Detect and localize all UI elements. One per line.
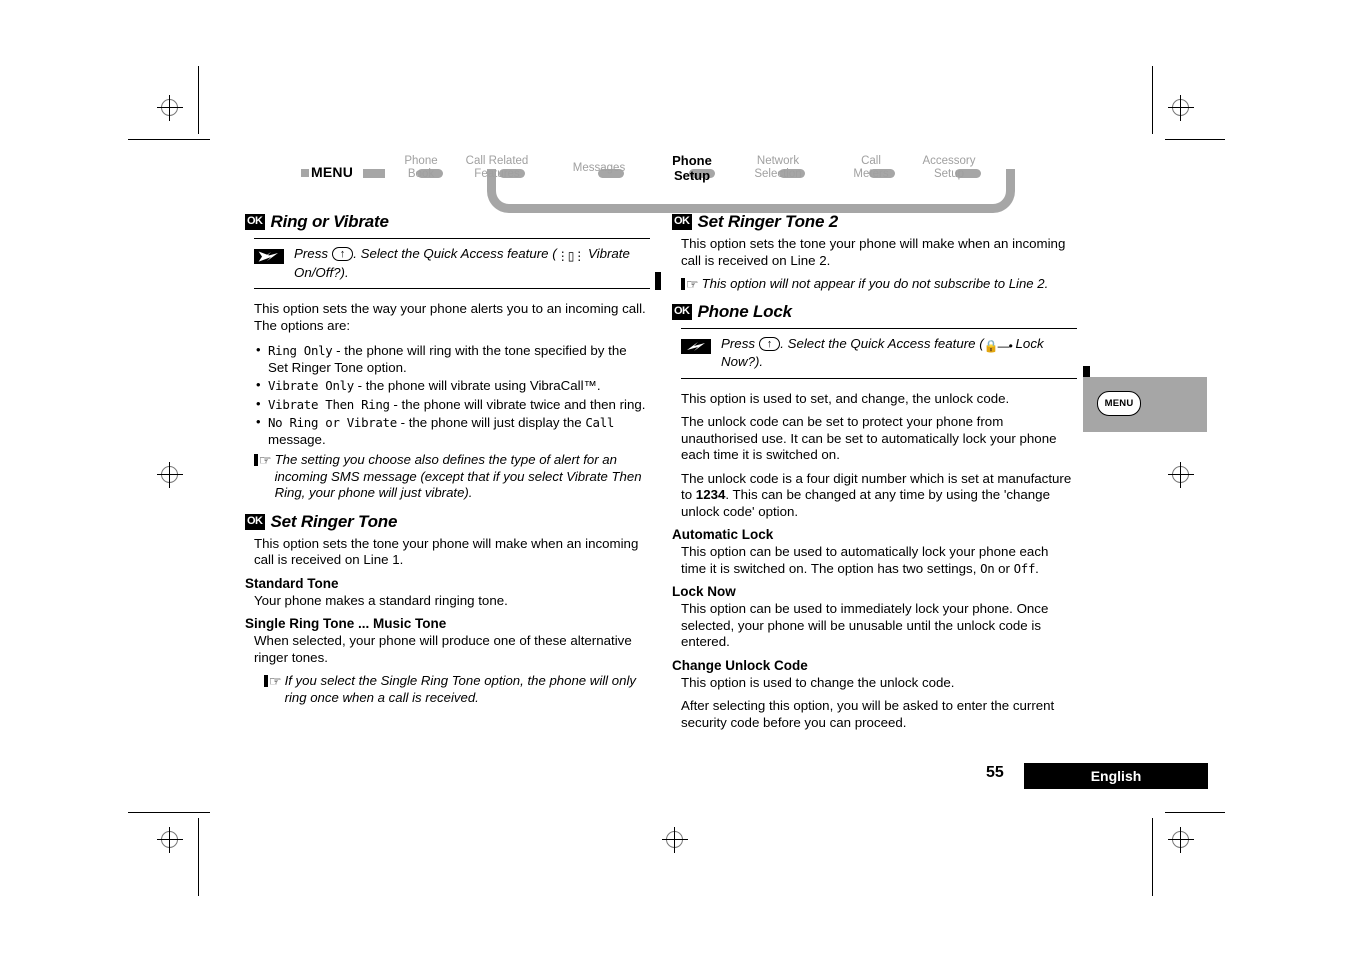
ok-badge-icon: OK bbox=[245, 513, 265, 530]
subheading-single-ring-tone: Single Ring Tone ... Music Tone bbox=[245, 616, 447, 631]
breadcrumb-item-accessory-setup[interactable]: Accessory Setup bbox=[906, 155, 992, 181]
subheading-change-unlock-code: Change Unlock Code bbox=[672, 657, 808, 673]
menu-square-icon bbox=[301, 169, 309, 178]
breadcrumb-item-network-selection[interactable]: Network Selection bbox=[735, 155, 821, 181]
manual-page: MENU Phone Book Call Related Features Me… bbox=[0, 0, 1351, 954]
phone-lock-para-1: This option is used to set, and change, … bbox=[681, 390, 1010, 406]
crop-line-right-v bbox=[1152, 66, 1153, 134]
pointing-hand-icon: ☞ bbox=[681, 276, 699, 293]
crop-line-bottom-right-h bbox=[1165, 812, 1225, 813]
left-column: OK Ring or Vibrate ➤ Press ↑. Select the… bbox=[245, 212, 650, 715]
pointing-hand-icon: ☞ bbox=[264, 673, 282, 706]
list-item: Ring Only - the phone will ring with the… bbox=[256, 342, 650, 376]
registration-mark-bottom-center bbox=[662, 827, 688, 853]
standard-tone-body: Your phone makes a standard ringing tone… bbox=[254, 592, 508, 608]
side-menu-tab[interactable]: MENU bbox=[1083, 377, 1207, 432]
registration-mark-top-right bbox=[1168, 95, 1194, 121]
list-item: No Ring or Vibrate - the phone will just… bbox=[256, 414, 650, 448]
section-heading-set-ringer-tone-2: OK Set Ringer Tone 2 bbox=[672, 212, 838, 231]
breadcrumb-item-call-related-features[interactable]: Call Related Features bbox=[454, 155, 540, 181]
subheading-standard-tone: Standard Tone bbox=[245, 575, 339, 591]
note-single-ring-tone: ☞ If you select the Single Ring Tone opt… bbox=[264, 673, 650, 706]
breadcrumb: MENU Phone Book Call Related Features Me… bbox=[245, 152, 1035, 214]
page-number: 55 bbox=[986, 764, 1004, 781]
single-ring-tone-body: When selected, your phone will produce o… bbox=[254, 633, 632, 665]
crop-line-top-left-h bbox=[128, 139, 210, 140]
right-column: OK Set Ringer Tone 2 This option sets th… bbox=[672, 212, 1077, 738]
change-unlock-code-body-1: This option is used to change the unlock… bbox=[681, 674, 955, 690]
section-heading-set-ringer-tone: OK Set Ringer Tone bbox=[245, 511, 398, 531]
crop-line-left-v bbox=[198, 66, 199, 134]
list-item: Vibrate Only - the phone will vibrate us… bbox=[256, 377, 650, 395]
set-ringer-tone-intro: This option sets the tone your phone wil… bbox=[254, 535, 639, 568]
breadcrumb-item-phone-book[interactable]: Phone Book bbox=[378, 155, 464, 181]
ok-badge-icon: OK bbox=[245, 214, 265, 230]
crop-line-left-v-bottom bbox=[198, 818, 199, 896]
registration-mark-bottom-left bbox=[157, 827, 183, 853]
lightning-bolt-icon bbox=[681, 338, 711, 354]
lightning-bolt-icon: ➤ bbox=[254, 249, 284, 264]
breadcrumb-item-messages[interactable]: Messages bbox=[556, 162, 642, 175]
quick-access-tip-text: Press ↑. Select the Quick Access feature… bbox=[294, 246, 630, 280]
quick-access-tip-ring-or-vibrate: ➤ Press ↑. Select the Quick Access featu… bbox=[254, 238, 650, 289]
subheading-lock-now: Lock Now bbox=[672, 584, 736, 599]
padlock-icon: 🔒—• bbox=[983, 338, 1013, 353]
vibrate-phone-icon: ⋮▯⋮ bbox=[556, 249, 586, 263]
quick-access-tip-text: Press ↑. Select the Quick Access feature… bbox=[721, 335, 1044, 370]
menu-button[interactable]: MENU bbox=[1097, 391, 1141, 416]
breadcrumb-item-phone-setup[interactable]: Phone Setup bbox=[649, 153, 735, 183]
registration-mark-bottom-right bbox=[1168, 827, 1194, 853]
pointing-hand-icon: ☞ bbox=[254, 452, 272, 502]
language-bar: English bbox=[1024, 763, 1208, 789]
crop-line-right-v-bottom bbox=[1152, 818, 1153, 896]
note-set-ringer-tone-2: ☞ This option will not appear if you do … bbox=[681, 276, 1077, 293]
quick-access-tip-phone-lock: Press ↑. Select the Quick Access feature… bbox=[681, 327, 1077, 379]
ok-badge-icon: OK bbox=[672, 303, 692, 320]
registration-mark-mid-right bbox=[1168, 462, 1194, 488]
section-heading-phone-lock: OK Phone Lock bbox=[672, 301, 792, 321]
change-unlock-code-body-2: After selecting this option, you will be… bbox=[681, 698, 1055, 730]
lock-now-body: This option can be used to immediately l… bbox=[681, 601, 1049, 649]
note-ring-or-vibrate: ☞ The setting you choose also defines th… bbox=[254, 452, 650, 502]
subheading-automatic-lock: Automatic Lock bbox=[672, 527, 774, 542]
breadcrumb-menu-label: MENU bbox=[301, 164, 353, 180]
up-arrow-key-icon: ↑ bbox=[758, 336, 781, 351]
up-arrow-key-icon: ↑ bbox=[331, 247, 354, 261]
section-heading-ring-or-vibrate: OK Ring or Vibrate bbox=[245, 212, 389, 231]
crop-line-bottom-left-h bbox=[128, 812, 210, 813]
automatic-lock-body: This option can be used to automatically… bbox=[681, 544, 1049, 576]
ring-or-vibrate-options-list: Ring Only - the phone will ring with the… bbox=[245, 342, 650, 448]
ok-badge-icon: OK bbox=[672, 214, 692, 230]
ring-or-vibrate-intro: This option sets the way your phone aler… bbox=[254, 301, 646, 333]
registration-mark-top-left bbox=[157, 95, 183, 121]
breadcrumb-item-call-meters[interactable]: Call Meters bbox=[828, 155, 914, 181]
phone-lock-para-2: The unlock code can be set to protect yo… bbox=[681, 414, 1057, 462]
registration-mark-mid-left bbox=[157, 462, 183, 488]
set-ringer-tone-2-intro: This option sets the tone your phone wil… bbox=[681, 236, 1066, 268]
phone-lock-para-3: The unlock code is a four digit number w… bbox=[681, 470, 1072, 519]
gutter-marker-right bbox=[674, 266, 679, 278]
list-item: Vibrate Then Ring - the phone will vibra… bbox=[256, 396, 650, 414]
crop-line-top-right-h bbox=[1165, 139, 1225, 140]
gutter-marker-left bbox=[655, 272, 661, 290]
